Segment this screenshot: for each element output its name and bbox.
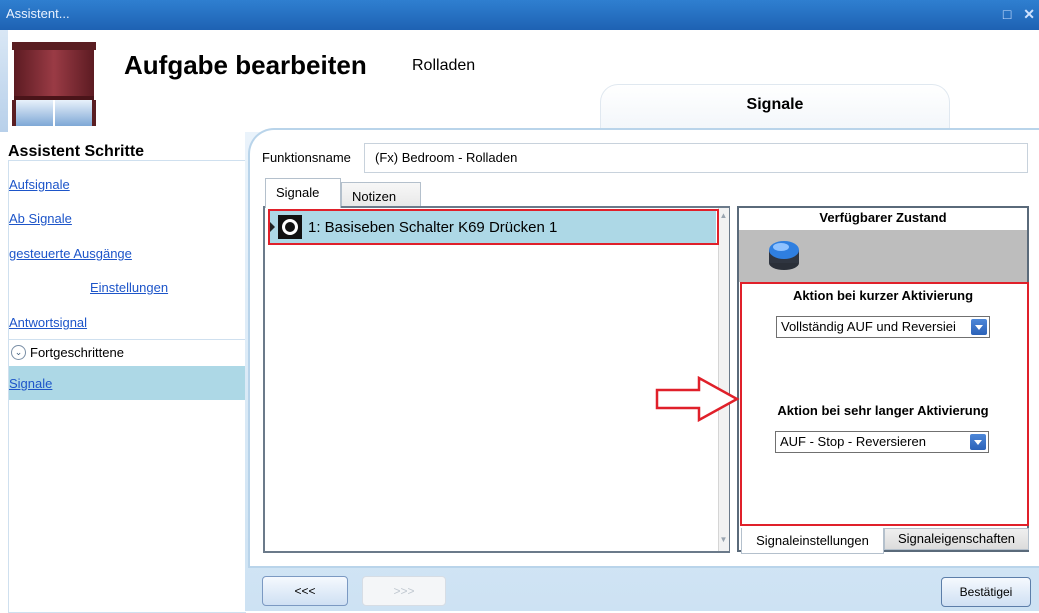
short-activation-title: Aktion bei kurzer Aktivierung [792,288,974,303]
sidebar-link-gesteuerte-ausgaenge[interactable]: gesteuerte Ausgänge [9,246,132,261]
short-activation-select[interactable]: Vollständig AUF und Reversiei [776,316,990,338]
scroll-up-icon[interactable]: ▲ [718,209,729,223]
function-name-input[interactable]: (Fx) Bedroom - Rolladen [364,143,1028,173]
chevron-down-icon[interactable]: ⌄ [11,345,26,360]
advanced-section-toggle[interactable]: ⌄ Fortgeschrittene [10,340,245,366]
sidebar-link-signale[interactable]: Signale [9,376,52,391]
tab-signaleigenschaften[interactable]: Signaleigenschaften [884,528,1029,550]
window-title: Assistent... [6,6,70,21]
back-button[interactable]: <<< [262,576,348,606]
sidebar-link-aufsignale[interactable]: Aufsignale [9,177,70,192]
long-activation-title: Aktion bei sehr langer Aktivierung [777,403,989,418]
scroll-down-icon[interactable]: ▼ [718,533,729,547]
long-activation-value: AUF - Stop - Reversieren [780,434,926,449]
annotation-arrow-icon [655,376,740,422]
tab-signaleinstellungen[interactable]: Signaleinstellungen [741,528,884,554]
sidebar-link-antwortsignal[interactable]: Antwortsignal [9,315,87,330]
blue-push-button-icon[interactable] [767,236,801,272]
tab-signale[interactable]: Signale [265,178,341,208]
sidebar-link-ab-signale[interactable]: Ab Signale [9,211,72,226]
sidebar-heading: Assistent Schritte [8,143,145,160]
signal-list-item[interactable]: 1: Basiseben Schalter K69 Drücken 1 [268,210,716,244]
page-subtitle: Rolladen [412,57,476,74]
chevron-down-icon[interactable] [970,434,986,450]
window-controls[interactable]: □ ✕ [1003,6,1039,23]
page-title: Aufgabe bearbeiten [124,50,367,80]
header-side-strip [0,30,8,132]
confirm-button[interactable]: Bestätigei [941,577,1031,607]
chevron-down-icon[interactable] [971,319,987,335]
short-activation-value: Vollständig AUF und Reversiei [781,319,956,334]
signal-item-label: 1: Basiseben Schalter K69 Drücken 1 [308,219,558,236]
function-name-label: Funktionsname [262,150,351,165]
next-button[interactable]: >>> [362,576,446,606]
available-state-title: Verfügbarer Zustand [739,208,1027,230]
title-bar: Assistent... □ ✕ [0,0,1039,30]
long-activation-select[interactable]: AUF - Stop - Reversieren [775,431,989,453]
advanced-label: Fortgeschrittene [30,345,124,360]
expand-arrow-icon[interactable] [270,222,275,232]
roller-shutter-icon [12,42,96,126]
push-button-signal-icon [278,215,302,239]
sidebar-link-einstellungen[interactable]: Einstellungen [90,280,168,295]
step-tab-label: Signale [746,96,804,113]
